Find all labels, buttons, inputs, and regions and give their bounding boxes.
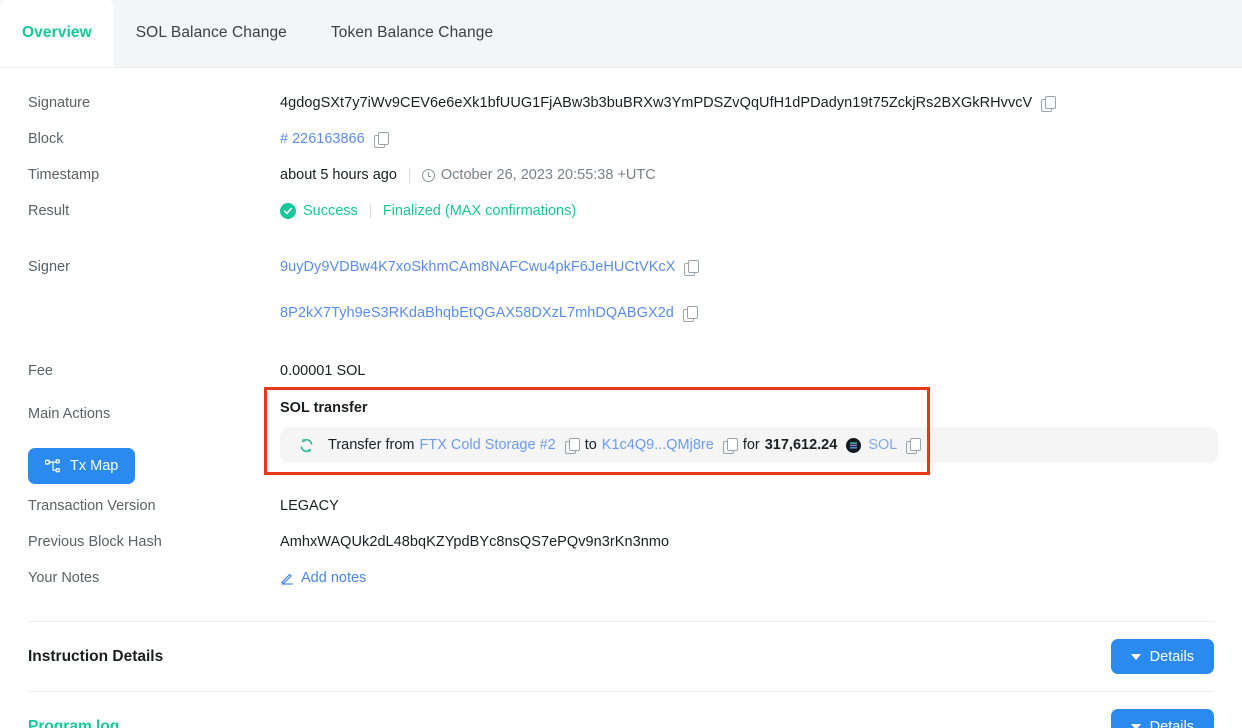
instruction-details-button[interactable]: Details: [1110, 639, 1214, 674]
row-timestamp: Timestamp about 5 hours ago October 26, …: [0, 158, 1242, 194]
copy-icon[interactable]: [564, 437, 580, 454]
status-badge: Success: [303, 203, 358, 219]
your-notes-label: Your Notes: [28, 570, 100, 586]
timestamp-value-group: about 5 hours ago October 26, 2023 20:55…: [280, 158, 1214, 183]
signature-value-group: 4gdogSXt7y7iWv9CEV6e6eXk1bfUUG1FjABw3b3b…: [280, 86, 1214, 112]
transaction-version-label: Transaction Version: [28, 498, 156, 514]
row-your-notes: Your Notes Add notes: [0, 561, 1242, 597]
check-circle-icon: [280, 203, 296, 219]
row-main-actions: Main Actions SOL transfer Transfer from …: [0, 387, 1242, 475]
section-instruction-details: Instruction Details Details: [0, 622, 1242, 691]
tab-overview-label: Overview: [22, 24, 92, 41]
result-value-group: Success Finalized (MAX confirmations): [280, 194, 1214, 219]
transfer-prefix: Transfer from: [328, 437, 415, 453]
signature-label: Signature: [28, 95, 91, 111]
your-notes-value: Add notes: [280, 561, 1214, 586]
row-block: Block # 226163866: [0, 122, 1242, 158]
timestamp-label: Timestamp: [28, 167, 100, 183]
transfer-to-link[interactable]: K1c4Q9...QMj8re: [602, 437, 714, 453]
tab-token-balance-change-label: Token Balance Change: [330, 24, 494, 41]
tx-map-button-wrap: Tx Map: [28, 442, 136, 484]
block-label: Block: [28, 131, 64, 147]
main-actions-label: Main Actions: [28, 406, 111, 422]
pencil-icon: [281, 573, 293, 585]
fee-value: 0.00001 SOL: [280, 363, 366, 379]
divider: [408, 167, 410, 183]
transfer-to-word: to: [584, 437, 597, 453]
section-program-log: Program log Details: [0, 692, 1242, 728]
signer-address-link[interactable]: 9uyDy9VDBw4K7xoSkhmCAm8NAFCwu4pkF6JeHUCt…: [280, 259, 675, 275]
clock-icon: [421, 168, 435, 182]
add-notes-label: Add notes: [301, 570, 367, 586]
row-fee: Fee 0.00001 SOL: [0, 354, 1242, 390]
copy-icon[interactable]: [722, 437, 738, 454]
program-log-button-label: Details: [1149, 718, 1194, 728]
program-log-title: Program log: [28, 717, 120, 728]
tab-sol-balance-change[interactable]: SOL Balance Change: [114, 0, 309, 67]
instruction-details-button-label: Details: [1149, 648, 1194, 665]
signer-address-link[interactable]: 8P2kX7Tyh9eS3RKdaBhqbEtQGAX58DXzL7mhDQAB…: [280, 305, 674, 321]
row-previous-block-hash: Previous Block Hash AmhxWAQUk2dL48bqKZYp…: [0, 525, 1242, 561]
previous-block-hash-value: AmhxWAQUk2dL48bqKZYpdBYc8nsQS7ePQv9n3rKn…: [280, 534, 670, 550]
copy-icon[interactable]: [373, 131, 389, 148]
action-title: SOL transfer: [280, 400, 368, 416]
sync-icon: [300, 437, 313, 453]
copy-icon[interactable]: [906, 437, 922, 454]
main-actions-content: SOL transfer Transfer from FTX Cold Stor…: [280, 400, 1218, 463]
result-label: Result: [28, 203, 70, 219]
row-signer-second: 8P2kX7Tyh9eS3RKdaBhqbEtQGAX58DXzL7mhDQAB…: [0, 296, 1242, 332]
overview-panel: Signature 4gdogSXt7y7iWv9CEV6e6eXk1bfUUG…: [0, 68, 1242, 728]
tab-bar: Overview SOL Balance Change Token Balanc…: [0, 0, 1242, 68]
row-signer: Signer 9uyDy9VDBw4K7xoSkhmCAm8NAFCwu4pkF…: [0, 250, 1242, 286]
tab-overview[interactable]: Overview: [0, 0, 114, 67]
copy-icon[interactable]: [682, 305, 698, 322]
sol-token-icon: [846, 437, 862, 453]
signer-label-spacer: [28, 296, 280, 305]
timestamp-relative: about 5 hours ago: [280, 167, 397, 183]
block-number-link[interactable]: # 226163866: [280, 131, 365, 147]
confirmation-status: Finalized (MAX confirmations): [382, 203, 577, 219]
node-graph-icon: [45, 458, 60, 472]
sol-transfer-row: Transfer from FTX Cold Storage #2 to K1c…: [280, 427, 1218, 463]
tab-sol-balance-change-label: SOL Balance Change: [135, 24, 287, 41]
transaction-version-value: LEGACY: [280, 498, 339, 514]
copy-icon[interactable]: [1041, 95, 1057, 112]
previous-block-hash-label: Previous Block Hash: [28, 534, 162, 550]
transfer-token-link[interactable]: SOL: [868, 437, 897, 453]
tx-map-button[interactable]: Tx Map: [28, 448, 136, 484]
transfer-from-link[interactable]: FTX Cold Storage #2: [419, 437, 555, 453]
row-signature: Signature 4gdogSXt7y7iWv9CEV6e6eXk1bfUUG…: [0, 86, 1242, 122]
row-transaction-version: Transaction Version LEGACY: [0, 489, 1242, 525]
divider: [369, 204, 371, 218]
row-result: Result Success Finalized (MAX confirmati…: [0, 194, 1242, 230]
timestamp-absolute: October 26, 2023 20:55:38 +UTC: [440, 167, 656, 183]
signer-address-1-group: 9uyDy9VDBw4K7xoSkhmCAm8NAFCwu4pkF6JeHUCt…: [280, 250, 1214, 276]
tx-map-label: Tx Map: [70, 458, 119, 474]
fee-label: Fee: [28, 363, 53, 379]
transaction-detail-page: Overview SOL Balance Change Token Balanc…: [0, 0, 1242, 728]
add-notes-button[interactable]: Add notes: [280, 570, 366, 586]
program-log-details-button[interactable]: Details: [1110, 709, 1214, 728]
copy-icon[interactable]: [684, 259, 700, 276]
tab-token-balance-change[interactable]: Token Balance Change: [309, 0, 515, 67]
signer-address-2-group: 8P2kX7Tyh9eS3RKdaBhqbEtQGAX58DXzL7mhDQAB…: [280, 296, 1214, 322]
chevron-down-icon: [1130, 723, 1141, 728]
transfer-for-word: for: [742, 437, 760, 453]
signer-label: Signer: [28, 259, 70, 275]
chevron-down-icon: [1130, 653, 1141, 660]
block-value-group: # 226163866: [280, 122, 1214, 148]
signature-value: 4gdogSXt7y7iWv9CEV6e6eXk1bfUUG1FjABw3b3b…: [280, 95, 1033, 111]
transfer-amount: 317,612.24: [764, 437, 838, 453]
instruction-details-title: Instruction Details: [28, 647, 164, 665]
